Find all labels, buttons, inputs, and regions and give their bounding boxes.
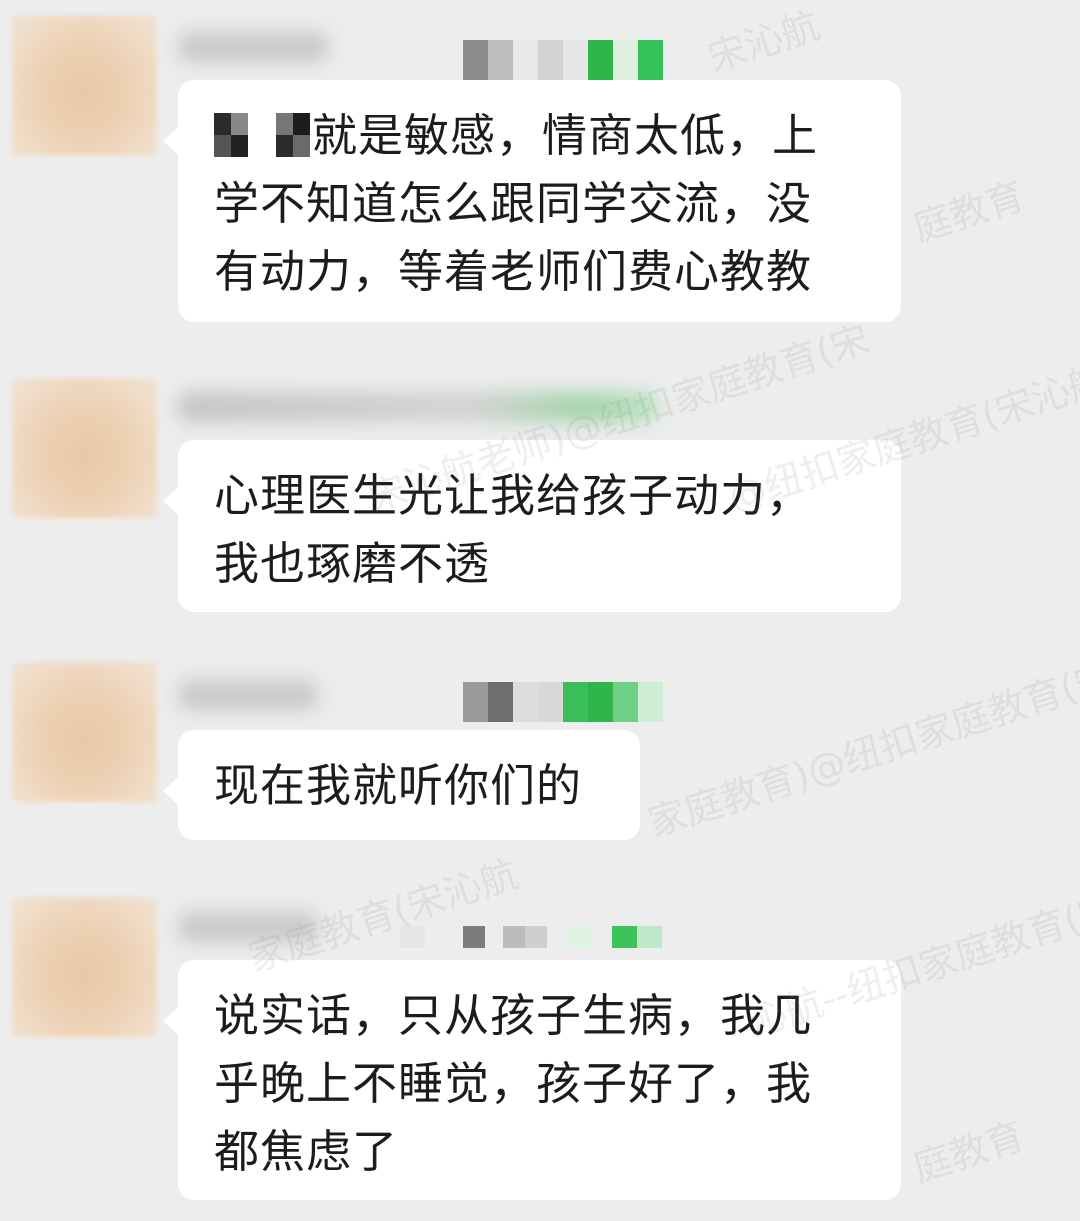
- sender-name-redacted: [178, 912, 318, 942]
- watermark-text: 家庭教育)@纽扣家庭教育(宋: [642, 653, 1080, 846]
- message-text: 心理医生光让我给孩子动力， 我也琢磨不透: [214, 469, 813, 590]
- message-bubble[interactable]: 心理医生光让我给孩子动力， 我也琢磨不透: [163, 440, 901, 612]
- redaction-mosaic: [400, 926, 662, 948]
- sender-name-redacted: [178, 680, 318, 710]
- message-bubble[interactable]: 说实话，只从孩子生病，我几 乎晚上不睡觉，孩子好了，我 都焦虑了: [163, 960, 901, 1200]
- redaction-mosaic: [463, 682, 663, 722]
- watermark-text: 庭教育: [907, 173, 1030, 251]
- sender-avatar[interactable]: [12, 662, 157, 802]
- redaction-mosaic: [463, 40, 663, 80]
- sender-name-redacted: [178, 392, 658, 422]
- sender-name-redacted: [178, 32, 328, 62]
- message-bubble[interactable]: 现在我就听你们的: [163, 730, 640, 840]
- sender-avatar[interactable]: [12, 378, 157, 518]
- message-text: 说实话，只从孩子生病，我几 乎晚上不睡觉，孩子好了，我 都焦虑了: [214, 989, 813, 1178]
- redacted-text-icon: [276, 113, 310, 157]
- redacted-text-icon: [214, 113, 248, 157]
- sender-avatar[interactable]: [12, 897, 157, 1037]
- watermark-text: 庭教育: [907, 1113, 1030, 1191]
- message-bubble[interactable]: 就是敏感，情商太低，上 学不知道怎么跟同学交流，没 有动力，等着老师们费心教教: [163, 80, 901, 322]
- message-text: 现在我就听你们的: [214, 759, 583, 812]
- watermark-text: 宋沁航: [702, 3, 825, 81]
- sender-avatar[interactable]: [12, 15, 157, 155]
